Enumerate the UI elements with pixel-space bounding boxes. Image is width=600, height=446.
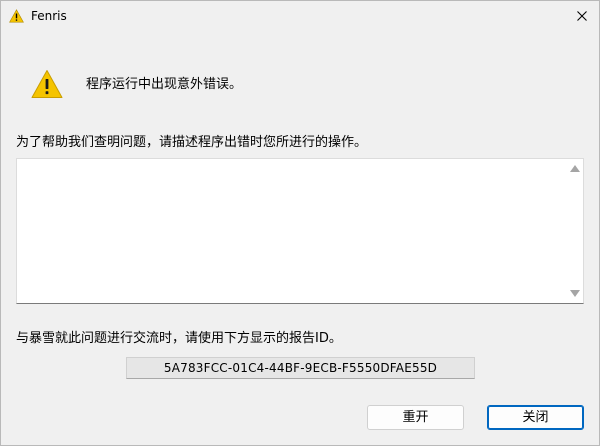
report-id-field[interactable]: 5A783FCC-01C4-44BF-9ECB-F5550DFAE55D: [126, 357, 475, 379]
window-title: Fenris: [31, 9, 67, 23]
scroll-down-arrow-icon[interactable]: [570, 290, 580, 297]
description-input[interactable]: [17, 159, 567, 303]
close-icon: [577, 11, 587, 21]
error-message: 程序运行中出现意外错误。: [86, 77, 243, 92]
close-window-button[interactable]: [571, 5, 593, 27]
close-button[interactable]: 关闭: [487, 405, 584, 430]
restart-button[interactable]: 重开: [367, 405, 464, 430]
error-dialog: Fenris 程序运行中出现意外错误。 为了帮助我们查明问题，请描述程序出错时您…: [0, 0, 600, 446]
warning-icon: [9, 9, 24, 23]
scroll-up-arrow-icon[interactable]: [570, 165, 580, 172]
description-scrollbar[interactable]: [566, 159, 583, 303]
description-box: [16, 158, 584, 304]
warning-icon: [31, 70, 63, 98]
title-bar[interactable]: Fenris: [1, 1, 599, 32]
contact-prompt: 与暴雪就此问题进行交流时，请使用下方显示的报告ID。: [16, 331, 342, 346]
describe-prompt: 为了帮助我们查明问题，请描述程序出错时您所进行的操作。: [16, 135, 368, 150]
